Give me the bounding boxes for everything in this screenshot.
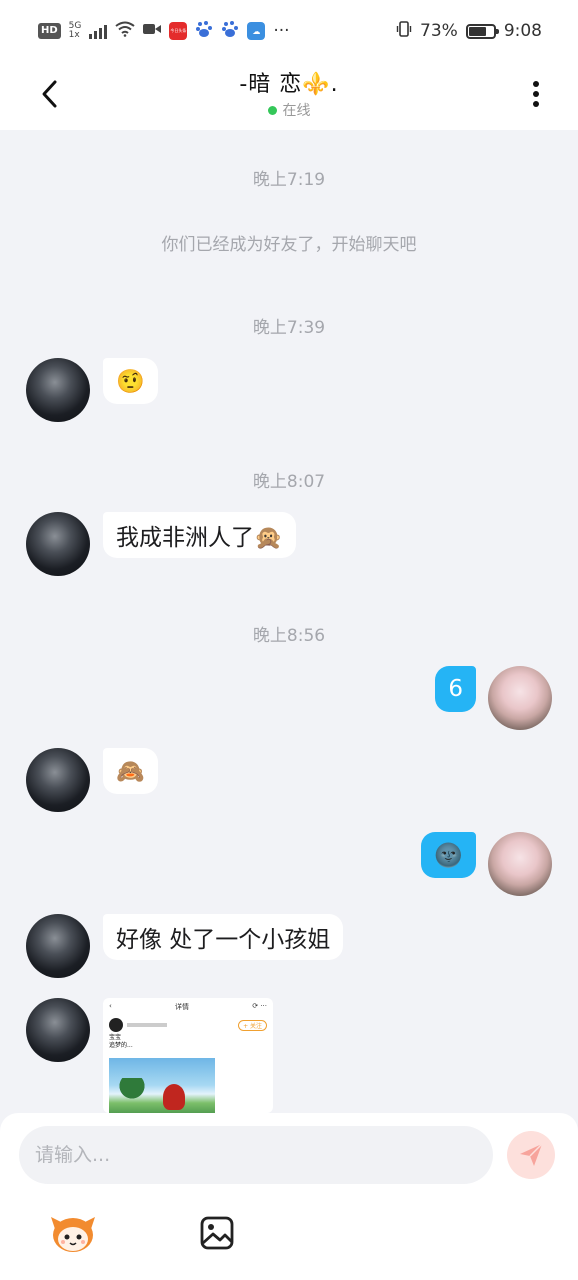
outgoing-message[interactable]: 6 xyxy=(435,666,476,712)
signal-icon xyxy=(89,23,108,39)
outgoing-message[interactable]: 🌚 xyxy=(421,832,476,878)
network-type: 5G 1x xyxy=(68,21,82,40)
vibrate-icon xyxy=(396,20,412,42)
chevron-left-icon: ‹ xyxy=(109,1002,112,1010)
image-preview-author: + 关注 xyxy=(103,1016,273,1034)
title-area: -暗 恋⚜️. 在线 xyxy=(0,66,578,120)
avatar xyxy=(109,1018,123,1032)
contact-avatar[interactable] xyxy=(26,914,90,978)
contact-avatar[interactable] xyxy=(26,512,90,576)
timestamp: 晚上8:56 xyxy=(252,626,326,646)
image-preview-photo xyxy=(109,1058,215,1113)
online-label: 在线 xyxy=(282,103,311,119)
video-icon xyxy=(143,21,162,41)
more-vertical-icon xyxy=(533,81,539,107)
news-app-icon: 今日头条 xyxy=(169,22,188,40)
more-options-button[interactable] xyxy=(516,74,556,114)
send-icon xyxy=(520,1143,543,1166)
incoming-message[interactable]: 🙈 xyxy=(103,748,158,794)
incoming-message[interactable]: 好像 处了一个小孩姐 xyxy=(103,914,344,960)
mascot-icon xyxy=(51,1217,95,1252)
baidu-icon xyxy=(195,20,213,43)
online-dot-icon xyxy=(267,105,277,115)
status-bar: HD 5G 1x 今日头条 ☁ ··· 73% 9:08 xyxy=(0,0,578,62)
baidu-icon-2 xyxy=(221,20,239,43)
incoming-message[interactable]: 🤨 xyxy=(103,358,158,404)
input-bar xyxy=(0,1113,578,1280)
status-right: 73% 9:08 xyxy=(396,20,542,42)
image-preview-header: ‹ 详情 ⟳ ··· xyxy=(109,1002,267,1011)
incoming-message[interactable]: 我成非洲人了🙊 xyxy=(103,512,296,558)
contact-avatar[interactable] xyxy=(26,748,90,812)
contact-avatar[interactable] xyxy=(26,998,90,1062)
message-input[interactable] xyxy=(19,1126,493,1184)
my-avatar[interactable] xyxy=(488,832,552,896)
chat-header: -暗 恋⚜️. 在线 xyxy=(0,62,578,130)
image-icon xyxy=(200,1216,234,1250)
wifi-icon xyxy=(115,21,135,42)
timestamp: 晚上8:07 xyxy=(252,472,326,492)
status-left: HD 5G 1x 今日头条 ☁ ··· xyxy=(38,20,290,43)
image-button[interactable] xyxy=(193,1209,241,1257)
battery-percent: 73% xyxy=(420,21,458,41)
contact-name: -暗 恋⚜️. xyxy=(239,72,339,97)
online-status: 在线 xyxy=(0,100,578,120)
more-notifications-icon: ··· xyxy=(273,21,290,41)
contact-avatar[interactable] xyxy=(26,358,90,422)
share-icon: ⟳ ··· xyxy=(252,1002,267,1010)
image-message[interactable]: ‹ 详情 ⟳ ··· + 关注 宝宝 追梦的... xyxy=(103,998,273,1113)
send-button[interactable] xyxy=(507,1131,555,1179)
my-avatar[interactable] xyxy=(488,666,552,730)
system-message: 你们已经成为好友了，开始聊天吧 xyxy=(161,235,417,255)
cloud-icon: ☁ xyxy=(247,22,266,40)
battery-icon xyxy=(465,23,499,39)
timestamp: 晚上7:19 xyxy=(252,170,326,190)
mascot-button[interactable] xyxy=(49,1209,97,1257)
hd-icon: HD xyxy=(38,23,61,39)
clock: 9:08 xyxy=(503,21,542,41)
message-list[interactable]: 晚上7:19 你们已经成为好友了，开始聊天吧 晚上7:39 🤨 晚上8:07 我… xyxy=(0,130,578,1113)
timestamp: 晚上7:39 xyxy=(252,318,326,338)
